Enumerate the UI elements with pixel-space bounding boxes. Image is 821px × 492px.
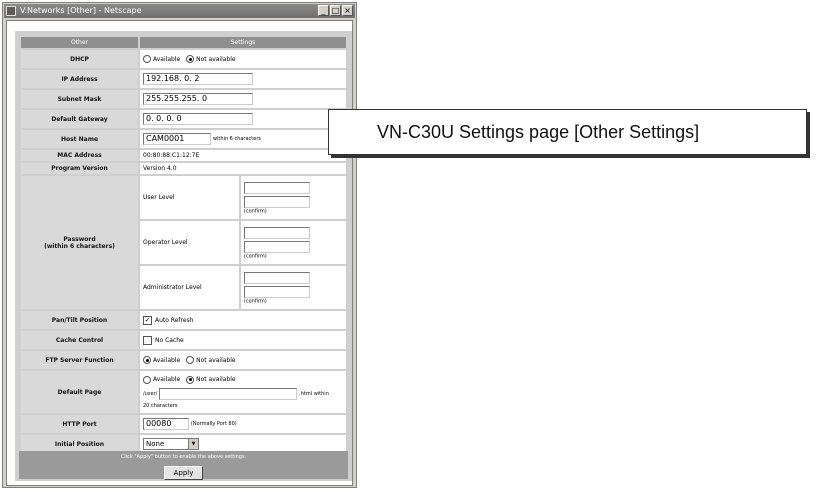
table-row: HTTP Port 00080 (Normally Port 80) <box>21 415 346 433</box>
table-row: MAC Address 00:80:88:C1:12:7E <box>21 150 346 161</box>
default-page-suffix: .html within <box>299 390 329 397</box>
program-version-value: Version 4.0 <box>140 163 346 174</box>
user-level-label: User Level <box>140 176 239 221</box>
host-name-field[interactable]: CAM0001 <box>143 133 211 145</box>
ftp-not-available-radio[interactable] <box>186 356 195 364</box>
default-page-available-label: Available <box>153 376 181 383</box>
dhcp-label: DHCP <box>21 50 138 68</box>
administrator-password-field[interactable] <box>243 271 310 284</box>
user-password-field[interactable] <box>243 181 310 194</box>
mac-address-value: 00:80:88:C1:12:7E <box>140 150 346 161</box>
close-button[interactable]: × <box>342 5 353 16</box>
table-row: Program Version Version 4.0 <box>21 163 346 174</box>
table-row: Password (within 6 characters) User Leve… <box>21 176 346 309</box>
password-label: Password (within 6 characters) <box>21 176 138 309</box>
subnet-mask-field[interactable]: 255.255.255. 0 <box>143 93 253 105</box>
administrator-password-confirm-field[interactable] <box>243 285 310 298</box>
column-header-other: Other <box>21 37 138 48</box>
no-cache-label: No Cache <box>155 336 184 344</box>
http-port-hint: (Normally Port 80) <box>190 421 237 427</box>
cache-control-label: Cache Control <box>21 331 138 349</box>
ftp-available-radio[interactable] <box>143 356 151 364</box>
ftp-server-label: FTP Server Function <box>21 351 138 369</box>
default-page-limit: 20 characters <box>143 402 178 409</box>
dhcp-not-available-label: Not available <box>196 55 236 63</box>
default-page-not-available-label: Not available <box>196 376 236 383</box>
host-name-hint: within 6 characters <box>212 136 261 142</box>
table-row: Pan/Tilt Position ✓ Auto Refresh <box>21 311 346 329</box>
auto-refresh-label: Auto Refresh <box>155 316 194 324</box>
http-port-field[interactable]: 00080 <box>143 418 189 430</box>
table-row: Cache Control No Cache <box>21 331 346 349</box>
pan-tilt-label: Pan/Tilt Position <box>21 311 138 329</box>
host-name-label: Host Name <box>21 130 138 148</box>
table-row: Default Gateway 0. 0. 0. 0 <box>21 110 346 128</box>
default-page-prefix: /user/ <box>143 390 158 397</box>
operator-password-confirm-field[interactable] <box>243 240 310 253</box>
maximize-button[interactable]: □ <box>330 5 341 16</box>
administrator-confirm-label: (confirm) <box>243 298 267 304</box>
apply-note: Click "Apply" button to enable the above… <box>120 454 247 460</box>
default-page-not-available-radio[interactable] <box>186 375 195 384</box>
page-content: Other Settings DHCP Available Not availa… <box>6 20 353 486</box>
ip-address-field[interactable]: 192.168. 0. 2 <box>143 73 253 85</box>
table-row: Default Page Available Not available /us… <box>21 371 346 413</box>
operator-confirm-label: (confirm) <box>243 253 267 259</box>
table-row: Subnet Mask 255.255.255. 0 <box>21 90 346 108</box>
column-header-settings: Settings <box>140 37 346 48</box>
page-caption: VN-C30U Settings page [Other Settings] <box>328 109 807 155</box>
chevron-down-icon: ▼ <box>188 439 198 449</box>
table-row: FTP Server Function Available Not availa… <box>21 351 346 369</box>
dhcp-not-available-radio[interactable] <box>186 55 195 63</box>
settings-table: Other Settings DHCP Available Not availa… <box>19 35 348 455</box>
no-cache-checkbox[interactable] <box>143 335 152 345</box>
ftp-available-label: Available <box>153 356 181 364</box>
operator-password-field[interactable] <box>243 226 310 239</box>
default-page-field[interactable] <box>159 387 298 400</box>
dhcp-available-radio[interactable] <box>143 55 151 63</box>
http-port-label: HTTP Port <box>21 415 138 433</box>
program-version-label: Program Version <box>21 163 138 174</box>
administrator-level-label: Administrator Level <box>140 266 239 309</box>
default-gateway-label: Default Gateway <box>21 110 138 128</box>
password-sublabel: (within 6 characters) <box>44 242 115 250</box>
dhcp-available-label: Available <box>153 55 181 63</box>
minimize-button[interactable]: _ <box>318 5 329 16</box>
window-title: V.Networks [Other] - Netscape <box>20 6 142 15</box>
title-bar: V.Networks [Other] - Netscape _ □ × <box>4 4 355 18</box>
apply-footer: Click "Apply" button to enable the above… <box>19 451 348 480</box>
browser-window: V.Networks [Other] - Netscape _ □ × Othe… <box>2 2 357 488</box>
table-row: Host Name CAM0001 within 6 characters <box>21 130 346 148</box>
initial-position-select[interactable]: None ▼ <box>143 438 199 450</box>
table-row: IP Address 192.168. 0. 2 <box>21 70 346 88</box>
auto-refresh-checkbox[interactable]: ✓ <box>143 315 152 325</box>
default-page-available-radio[interactable] <box>143 375 151 384</box>
ftp-not-available-label: Not available <box>196 356 236 364</box>
apply-button[interactable]: Apply <box>163 466 204 480</box>
user-confirm-label: (confirm) <box>243 208 267 214</box>
table-row: DHCP Available Not available <box>21 50 346 68</box>
default-gateway-field[interactable]: 0. 0. 0. 0 <box>143 113 253 125</box>
netscape-logo-icon <box>6 6 16 16</box>
initial-position-value: None <box>146 440 165 448</box>
mac-address-label: MAC Address <box>21 150 138 161</box>
operator-level-label: Operator Level <box>140 221 239 266</box>
ip-address-label: IP Address <box>21 70 138 88</box>
password-title: Password <box>63 235 96 243</box>
subnet-mask-label: Subnet Mask <box>21 90 138 108</box>
default-page-label: Default Page <box>21 371 138 413</box>
user-password-confirm-field[interactable] <box>243 195 310 208</box>
settings-panel: Other Settings DHCP Available Not availa… <box>15 31 352 481</box>
